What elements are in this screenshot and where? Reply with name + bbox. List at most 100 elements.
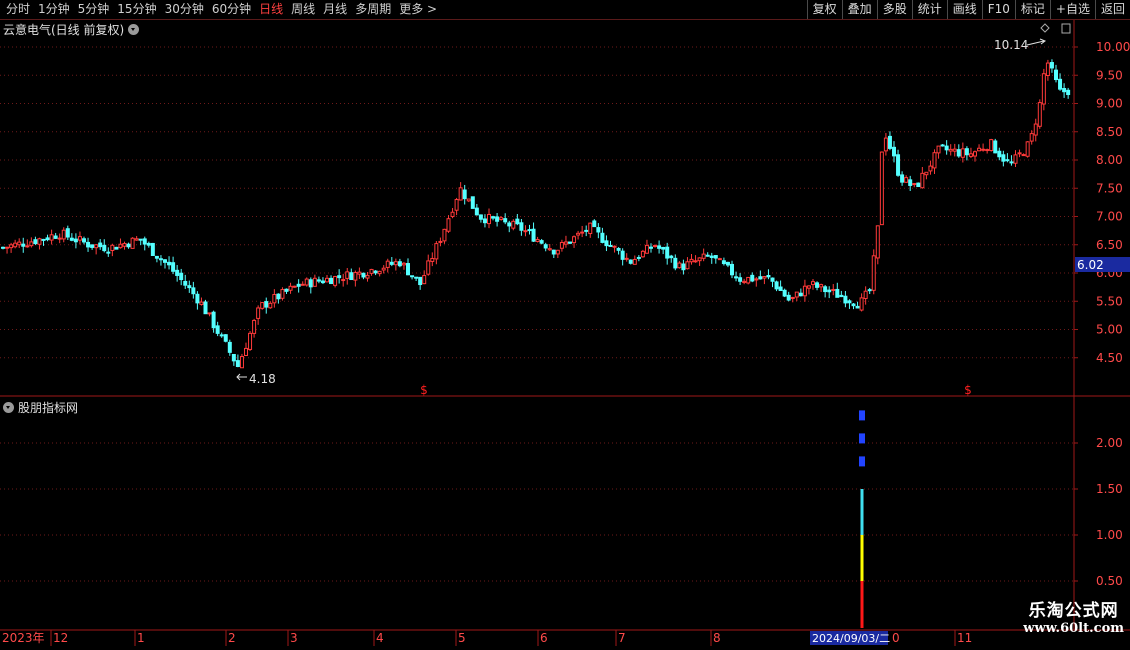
candle-up (199, 301, 204, 305)
candle-down (725, 261, 730, 266)
event-marker: $ (964, 383, 972, 397)
candle-up (25, 245, 30, 248)
candle-down (397, 261, 402, 267)
candle-down (195, 293, 200, 304)
candle-down (774, 281, 779, 290)
candle-down (418, 276, 423, 286)
candle-up (754, 278, 759, 281)
candle-up (458, 187, 463, 201)
candle-down (53, 235, 58, 239)
candle-up (9, 244, 14, 249)
candle-down (187, 285, 192, 289)
candle-down (45, 237, 50, 241)
candle-up (624, 257, 629, 260)
candle-up (802, 285, 807, 297)
candle-up (701, 253, 706, 259)
candle-up (697, 257, 702, 262)
candle-down (98, 242, 103, 248)
low-arrow-icon (236, 373, 247, 381)
candle-up (377, 270, 382, 275)
diamond-icon (1040, 23, 1050, 33)
candle-up (252, 319, 257, 334)
signal-block-blue (859, 456, 865, 467)
candle-up (304, 278, 309, 286)
event-marker: $ (420, 383, 428, 397)
candle-down (851, 303, 856, 307)
candle-down (584, 229, 589, 232)
candle-up (875, 225, 880, 259)
candle-down (410, 275, 415, 278)
candle-up (61, 229, 66, 240)
candle-down (82, 238, 86, 243)
candle-down (665, 246, 670, 259)
candle-down (284, 288, 289, 292)
candle-down (329, 277, 334, 285)
candle-down (782, 289, 787, 297)
candle-down (69, 237, 74, 241)
candle-down (361, 272, 366, 278)
candle-up (523, 230, 528, 233)
candle-up (806, 285, 811, 289)
candle-down (183, 280, 188, 286)
candle-up (871, 255, 876, 291)
candle-down (628, 259, 633, 264)
candle-up (244, 347, 248, 357)
candle-up (977, 147, 982, 152)
candle-up (345, 271, 350, 279)
candle-up (57, 237, 62, 240)
candle-up (644, 244, 649, 254)
candle-down (478, 214, 483, 220)
candle-up (393, 261, 398, 266)
candle-up (1045, 62, 1050, 77)
candle-up (37, 238, 42, 245)
candle-down (956, 149, 961, 157)
candle-up (859, 297, 864, 311)
candle-up (1037, 102, 1042, 127)
candle-up (288, 285, 293, 291)
candle-down (126, 243, 131, 248)
price-tick-label: 6.50 (1096, 238, 1123, 252)
watermark: 乐淘公式网 www.60lt.com (1023, 596, 1124, 636)
candle-down (146, 242, 151, 246)
candle-up (280, 289, 285, 299)
candle-down (608, 244, 613, 247)
candle-up (450, 211, 455, 218)
candle-up (426, 260, 431, 275)
time-tick-label: 6 (540, 631, 548, 645)
candle-down (770, 277, 775, 282)
current-price-label: 6.02 (1077, 258, 1104, 272)
candle-down (539, 240, 544, 244)
candle-up (685, 261, 690, 270)
candle-down (495, 216, 500, 222)
candle-up (572, 236, 577, 244)
candle-up (879, 151, 884, 226)
candle-down (519, 222, 524, 231)
candle-down (158, 258, 163, 261)
candle-down (65, 228, 70, 238)
price-tick-label: 8.50 (1096, 125, 1123, 139)
candle-up (563, 241, 568, 245)
candle-down (636, 256, 641, 259)
candle-up (239, 356, 244, 369)
candle-down (86, 241, 91, 248)
candle-up (365, 274, 370, 279)
candle-down (855, 305, 860, 309)
candle-down (738, 277, 743, 282)
candle-down (835, 288, 840, 298)
candle-up (272, 294, 277, 304)
candle-up (989, 139, 994, 152)
candle-down (1049, 62, 1054, 69)
watermark-url: www.60lt.com (1023, 621, 1124, 636)
kline-chart[interactable]: 10.009.509.008.508.007.507.006.506.005.5… (0, 0, 1130, 650)
axis-toggle-icon (1061, 23, 1071, 34)
candle-down (681, 263, 686, 271)
candle-down (887, 135, 892, 149)
candle-down (138, 238, 143, 241)
candle-up (466, 198, 471, 202)
candle-up (1021, 154, 1026, 157)
candle-up (130, 237, 135, 249)
candle-down (349, 272, 354, 281)
candle-down (515, 218, 520, 225)
candle-down (592, 220, 597, 228)
candle-down (414, 276, 419, 279)
